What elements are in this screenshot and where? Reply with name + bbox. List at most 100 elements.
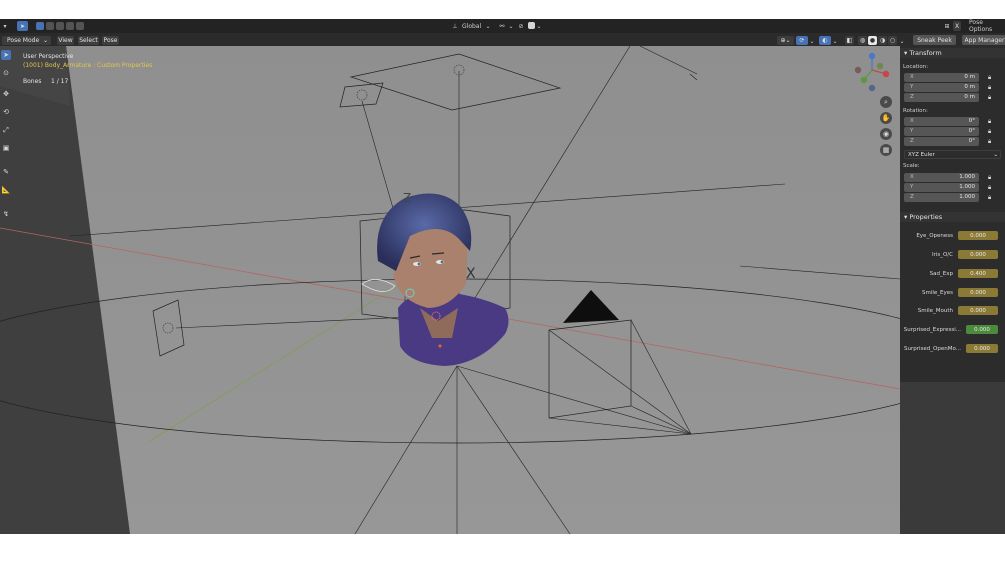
rotation-z-field[interactable]: Z 0°: [904, 137, 979, 146]
select-mode-intersect-icon[interactable]: [76, 22, 84, 30]
menu-view[interactable]: View: [57, 36, 74, 45]
location-y-field[interactable]: Y 0 m: [904, 83, 979, 92]
chevron-down-icon: ⌄: [42, 37, 48, 44]
axis-label: Z: [910, 94, 914, 100]
property-name: Smile_Mouth: [917, 308, 953, 314]
top-header: ▾ ➤ ⊥ Global ⌄ ⚯ ⌄ ⊘ ⌄ ⊞ X Pose Options: [0, 19, 1005, 33]
material-shading-icon[interactable]: ◑: [878, 36, 887, 45]
lock-icon[interactable]: 🔒︎: [988, 195, 994, 201]
lock-icon[interactable]: 🔒︎: [988, 139, 994, 145]
field-value: 0°: [968, 118, 975, 124]
field-value: 0 m: [964, 74, 975, 80]
field-value: 1.000: [959, 194, 975, 200]
scale-y-field[interactable]: Y 1.000: [904, 183, 979, 192]
snap-icon[interactable]: ⊘: [517, 22, 525, 30]
close-icon[interactable]: X: [953, 21, 961, 31]
grid-icon[interactable]: ▦: [880, 144, 892, 156]
property-iris-slider[interactable]: 0.000: [958, 250, 998, 259]
location-z-field[interactable]: Z 0 m: [904, 93, 979, 102]
overlay-toggle-icon[interactable]: ⊞: [943, 22, 951, 30]
select-mode-new-icon[interactable]: [36, 22, 44, 30]
rendered-shading-icon[interactable]: ○: [888, 36, 897, 45]
property-smile-eyes-slider[interactable]: 0.000: [958, 288, 998, 297]
lock-icon[interactable]: 🔒︎: [988, 185, 994, 191]
viewport-gizmo-icon[interactable]: ⟳: [796, 36, 808, 45]
lock-icon[interactable]: 🔒︎: [988, 175, 994, 181]
property-eye-openess-slider[interactable]: 0.000: [958, 231, 998, 240]
move-icon[interactable]: ✥: [1, 89, 11, 99]
z-axis-marker: Z: [403, 191, 411, 205]
property-sad-exp-slider[interactable]: 0.400: [958, 269, 998, 278]
chevron-down-icon: ⌄: [485, 22, 491, 30]
cursor-icon[interactable]: ⊙: [1, 68, 11, 78]
transform-title: Transform: [909, 49, 942, 57]
navigation-gizmo[interactable]: [850, 48, 894, 92]
axis-label: X: [910, 74, 914, 80]
rotation-y-field[interactable]: Y 0°: [904, 127, 979, 136]
lock-icon[interactable]: 🔒︎: [988, 129, 994, 135]
gizmo-toggle-icon[interactable]: ⊕⌄: [777, 36, 794, 45]
xray-icon[interactable]: ◧: [845, 36, 854, 45]
scale-icon[interactable]: ⤢: [1, 125, 11, 135]
axis-label: X: [910, 118, 914, 124]
scale-label: Scale:: [903, 163, 920, 169]
mode-dropdown[interactable]: Pose Mode ⌄: [2, 36, 51, 45]
viewport-header: Pose Mode ⌄: [0, 33, 1005, 46]
3d-viewport[interactable]: X Z User Perspective (1001) Body_Armatur…: [0, 46, 900, 534]
measure-icon[interactable]: 📐: [1, 185, 11, 195]
property-name: Surprised_Expressi...: [903, 327, 961, 333]
location-x-field[interactable]: X 0 m: [904, 73, 979, 82]
solid-shading-icon[interactable]: ●: [868, 36, 877, 45]
rotation-x-field[interactable]: X 0°: [904, 117, 979, 126]
select-mode-subtract-icon[interactable]: [56, 22, 64, 30]
snap-target-icon[interactable]: [528, 22, 535, 29]
properties-panel-header[interactable]: ▾ Properties: [900, 212, 1005, 222]
view-perspective-label: User Perspective: [23, 53, 74, 60]
property-name: Sad_Exp: [929, 271, 953, 277]
axis-label: Z: [910, 194, 914, 200]
field-value: 0 m: [964, 84, 975, 90]
lock-icon[interactable]: 🔒︎: [988, 95, 994, 101]
rotate-icon[interactable]: ⟲: [1, 107, 11, 117]
axis-label: Z: [910, 138, 914, 144]
overlays-icon[interactable]: ◐: [819, 36, 831, 45]
bones-count: 1 / 17: [51, 78, 69, 85]
select-tool-button[interactable]: ➤: [17, 21, 28, 31]
pose-options-button[interactable]: Pose Options: [969, 19, 1005, 33]
field-value: 0°: [968, 138, 975, 144]
hand-icon[interactable]: ✋: [880, 112, 892, 124]
wireframe-shading-icon[interactable]: ◍: [858, 36, 867, 45]
transform-panel-header[interactable]: ▾ Transform: [900, 48, 1005, 58]
field-value: 0 m: [964, 94, 975, 100]
property-smile-mouth-slider[interactable]: 0.000: [958, 306, 998, 315]
camera-icon[interactable]: ◉: [880, 128, 892, 140]
character-iris: [440, 260, 444, 264]
editor-type-icon[interactable]: ▾: [1, 22, 9, 30]
scale-x-field[interactable]: X 1.000: [904, 173, 979, 182]
axis-label: Y: [910, 128, 914, 134]
property-surprised-expression-slider[interactable]: 0.000: [966, 325, 998, 334]
sneak-peek-button[interactable]: Sneak Peek: [913, 35, 956, 45]
rotation-mode-dropdown[interactable]: XYZ Euler ⌄: [904, 150, 1001, 159]
lock-icon[interactable]: 🔒︎: [988, 119, 994, 125]
select-box-icon[interactable]: ➤: [1, 50, 11, 60]
app-manager-button[interactable]: App Manager: [962, 35, 1005, 45]
chevron-down-icon: ⌄: [993, 152, 998, 158]
viewport-scene: X Z: [0, 46, 900, 534]
property-name: Surprised_OpenMo...: [904, 346, 961, 352]
orientation-dropdown[interactable]: Global: [462, 21, 481, 31]
pose-tool-icon[interactable]: ↯: [1, 209, 11, 219]
pivot-icon[interactable]: ⚯: [498, 22, 506, 30]
sidebar-n-panel: ▾ Transform Location: X0 m Y0 m Z0 m 🔒︎ …: [900, 46, 1005, 382]
annotate-icon[interactable]: ✎: [1, 167, 11, 177]
menu-select[interactable]: Select: [78, 36, 99, 45]
select-mode-invert-icon[interactable]: [66, 22, 74, 30]
scale-z-field[interactable]: Z 1.000: [904, 193, 979, 202]
lock-icon[interactable]: 🔒︎: [988, 85, 994, 91]
property-surprised-open-mouth-slider[interactable]: 0.000: [966, 344, 998, 353]
lock-icon[interactable]: 🔒︎: [988, 75, 994, 81]
zoom-icon[interactable]: ⌕: [880, 96, 892, 108]
transform-icon[interactable]: ▣: [1, 143, 11, 153]
menu-pose[interactable]: Pose: [102, 36, 119, 45]
select-mode-extend-icon[interactable]: [46, 22, 54, 30]
